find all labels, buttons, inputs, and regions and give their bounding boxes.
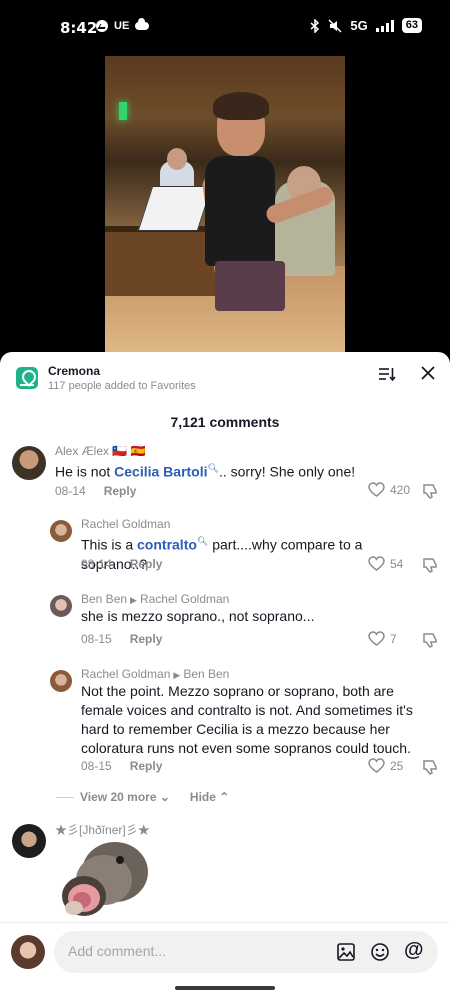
comment-date: 08-14 [55,484,86,498]
reply-button[interactable]: Reply [130,557,163,571]
comment-text: she is mezzo soprano., not soprano... [81,608,315,624]
comment-text: He is not Cecilia Bartoli🔍︎.. sorry! She… [55,463,356,480]
sticker-image [62,842,148,916]
like-count: 7 [390,631,397,646]
like-button[interactable]: 54 [368,556,403,571]
heart-icon [368,758,385,773]
exit-sign [119,102,127,120]
chevron-down-icon: ⌄ [159,790,170,804]
network-type: 5G [350,18,368,33]
mention-icon[interactable]: @ [404,939,424,961]
my-avatar [11,935,45,969]
sort-icon[interactable] [378,366,396,382]
dislike-icon[interactable] [422,483,438,499]
signal-icon [375,19,394,32]
avatar[interactable] [12,824,46,858]
status-time: 8:42 [60,19,98,37]
music-stand [137,186,213,231]
like-button[interactable]: 25 [368,758,403,773]
like-count: 25 [390,758,404,773]
messenger-icon [96,20,108,32]
search-link[interactable]: Cecilia Bartoli [114,464,207,480]
heart-icon [368,631,385,646]
mute-icon [328,18,342,33]
comment-date: 08-14 [81,557,112,571]
location-pin-icon [16,367,38,389]
hide-button[interactable]: Hide ⌃ [190,790,229,804]
favorites-title: Cremona [48,364,101,378]
comment-username[interactable]: Alex Ælex 🇨🇱 🇪🇸 [55,444,146,458]
avatar[interactable] [50,595,72,617]
home-indicator [175,986,275,990]
dislike-icon[interactable] [422,557,438,573]
search-icon: 🔍︎ [196,536,209,546]
avatar[interactable] [50,670,72,692]
search-link[interactable]: contralto [137,537,197,553]
thread-controls: View 20 more ⌄ Hide ⌃ [56,790,229,804]
favorites-subtitle: 117 people added to Favorites [48,380,196,392]
reply-arrow-icon: ▶ [173,670,181,680]
chevron-up-icon: ⌃ [219,790,230,804]
comment-date: 08-15 [81,759,112,773]
close-icon[interactable] [420,365,436,381]
singer [205,156,275,266]
reply-button[interactable]: Reply [130,759,163,773]
dislike-icon[interactable] [422,759,438,775]
view-more-button[interactable]: View 20 more ⌄ [80,790,170,804]
image-icon[interactable] [336,942,356,962]
like-count: 54 [390,556,404,571]
comment-username[interactable]: Rachel Goldman [81,667,170,681]
heart-icon [368,556,385,571]
reply-to-username[interactable]: Rachel Goldman [140,592,229,606]
reply-button[interactable]: Reply [130,632,163,646]
like-count: 420 [390,482,411,497]
favorites-banner[interactable]: Cremona 117 people added to Favorites [16,364,196,392]
cloud-icon [135,18,150,30]
comments-count: 7,121 comments [170,414,280,430]
reply-to-username[interactable]: Ben Ben [183,667,229,681]
dislike-icon[interactable] [422,632,438,648]
heart-icon [368,482,385,497]
emoji-icon[interactable] [370,942,390,962]
like-button[interactable]: 420 [368,482,410,497]
avatar[interactable] [12,446,46,480]
like-button[interactable]: 7 [368,631,397,646]
harpsichord [105,226,215,296]
video-player[interactable] [105,56,345,356]
comment-username[interactable]: Rachel Goldman [81,517,170,531]
comment-date: 08-15 [81,632,112,646]
comment-text: Not the point. Mezzo soprano or soprano,… [81,683,413,756]
battery-indicator: 63 [401,18,422,33]
comment-input[interactable]: Add comment... @ [54,931,438,973]
reply-arrow-icon: ▶ [130,595,137,605]
bluetooth-icon [310,18,320,33]
reply-button[interactable]: Reply [104,484,137,498]
comment-username[interactable]: Ben Ben [81,592,127,606]
search-icon: 🔍︎ [207,463,219,473]
avatar[interactable] [50,520,72,542]
comments-sheet: Cremona 117 people added to Favorites 7,… [0,352,450,1000]
status-bar: 8:42 UE 5G 63 [0,0,450,52]
carrier-tag: UE [114,20,130,32]
comment-placeholder: Add comment... [68,943,167,959]
